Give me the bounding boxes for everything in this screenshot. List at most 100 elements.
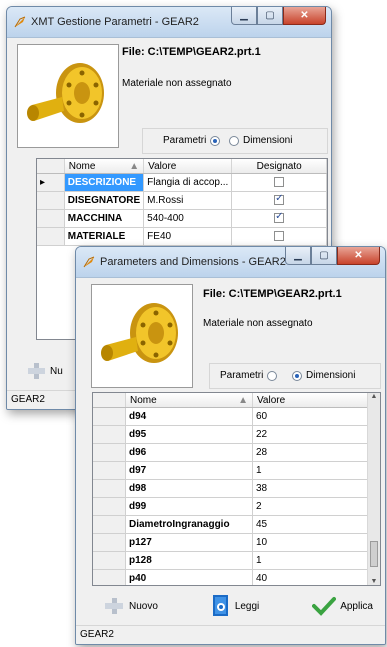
row-header bbox=[93, 533, 126, 552]
column-header-designato[interactable]: Designato bbox=[231, 159, 327, 174]
cell-value[interactable]: 10 bbox=[252, 533, 369, 552]
table-row[interactable]: p40 40 bbox=[93, 569, 369, 585]
scroll-thumb[interactable] bbox=[370, 541, 378, 567]
cell-name[interactable]: d94 bbox=[125, 407, 253, 426]
table-row[interactable]: d98 38 bbox=[93, 479, 369, 498]
table-row[interactable]: d96 28 bbox=[93, 443, 369, 462]
apply-button[interactable]: Applica bbox=[312, 596, 373, 616]
table-row[interactable]: DiametroIngranaggio 45 bbox=[93, 515, 369, 534]
radio-dimensioni[interactable]: Dimensioni bbox=[292, 370, 355, 381]
titlebar[interactable]: XMT Gestione Parametri - GEAR2 ▁ ▢ ✕ bbox=[7, 7, 331, 38]
row-header bbox=[93, 407, 126, 426]
row-header bbox=[37, 191, 65, 210]
column-header-nome[interactable]: Nome ▲ bbox=[64, 159, 145, 174]
win1-button-row: Nu bbox=[26, 362, 63, 380]
cell-value[interactable]: 22 bbox=[252, 425, 369, 444]
designated-checkbox[interactable] bbox=[274, 193, 285, 206]
cell-name[interactable]: d98 bbox=[125, 479, 253, 498]
window-title: XMT Gestione Parametri - GEAR2 bbox=[31, 16, 199, 28]
new-button-label: Nuovo bbox=[129, 600, 158, 612]
new-button-label: Nu bbox=[50, 365, 63, 377]
row-header bbox=[93, 569, 126, 585]
radio-parametri[interactable]: Parametri bbox=[220, 370, 278, 381]
scroll-up-arrow-icon[interactable]: ▲ bbox=[368, 393, 380, 400]
table-row[interactable]: DISEGNATORE M.Rossi bbox=[37, 191, 327, 210]
table-row[interactable]: MACCHINA 540-400 bbox=[37, 209, 327, 228]
table-row[interactable]: ▸ DESCRIZIONE Flangia di accop... bbox=[37, 173, 327, 192]
table-row[interactable]: d95 22 bbox=[93, 425, 369, 444]
cell-value[interactable]: M.Rossi bbox=[143, 191, 233, 210]
minimize-button[interactable]: ▁ bbox=[285, 247, 311, 265]
table-row[interactable]: p127 10 bbox=[93, 533, 369, 552]
row-header bbox=[93, 461, 126, 480]
maximize-button[interactable]: ▢ bbox=[311, 247, 337, 265]
new-icon bbox=[105, 598, 123, 614]
cell-value[interactable]: 2 bbox=[252, 497, 369, 516]
radio-dimensioni[interactable]: Dimensioni bbox=[229, 135, 292, 146]
row-header bbox=[93, 479, 126, 498]
table-row[interactable]: p128 1 bbox=[93, 551, 369, 570]
read-button[interactable]: Leggi bbox=[211, 594, 259, 618]
minimize-button[interactable]: ▁ bbox=[231, 7, 257, 25]
mode-selector: Parametri Dimensioni bbox=[209, 363, 381, 389]
new-button[interactable]: Nu bbox=[26, 362, 63, 380]
column-header-valore[interactable]: Valore bbox=[252, 393, 369, 408]
radio-parametri[interactable]: Parametri bbox=[163, 135, 221, 146]
app-icon bbox=[83, 256, 95, 268]
cell-value[interactable]: 1 bbox=[252, 461, 369, 480]
close-button[interactable]: ✕ bbox=[283, 7, 326, 25]
cell-name[interactable]: d95 bbox=[125, 425, 253, 444]
row-header bbox=[93, 497, 126, 516]
sort-up-icon: ▲ bbox=[129, 160, 140, 172]
cell-value[interactable]: 45 bbox=[252, 515, 369, 534]
app-icon bbox=[14, 16, 26, 28]
new-button[interactable]: Nuovo bbox=[103, 597, 158, 615]
designated-checkbox[interactable] bbox=[274, 177, 285, 188]
cell-name[interactable]: p40 bbox=[125, 569, 253, 585]
maximize-button[interactable]: ▢ bbox=[257, 7, 283, 25]
read-button-label: Leggi bbox=[234, 600, 260, 612]
close-button[interactable]: ✕ bbox=[337, 247, 380, 265]
file-path: File: C:\TEMP\GEAR2.prt.1 bbox=[203, 288, 342, 300]
window-parameters-dimensions: Parameters and Dimensions - GEAR2 ▁ ▢ ✕ … bbox=[75, 246, 386, 645]
column-header-valore[interactable]: Valore bbox=[143, 159, 233, 174]
cell-name[interactable]: MACCHINA bbox=[64, 209, 145, 228]
cell-value[interactable]: 28 bbox=[252, 443, 369, 462]
cell-value[interactable]: FE40 bbox=[143, 227, 233, 246]
cell-value[interactable]: 1 bbox=[252, 551, 369, 570]
vertical-scrollbar[interactable]: ▲ ▼ bbox=[367, 393, 380, 585]
cell-name[interactable]: d96 bbox=[125, 443, 253, 462]
win2-button-row: Nuovo Leggi Applica bbox=[103, 594, 373, 618]
cell-name[interactable]: MATERIALE bbox=[64, 227, 145, 246]
row-header-corner bbox=[93, 393, 126, 408]
cell-value[interactable]: 38 bbox=[252, 479, 369, 498]
scroll-down-arrow-icon[interactable]: ▼ bbox=[368, 578, 380, 585]
material-status: Materiale non assegnato bbox=[122, 78, 232, 89]
cell-value[interactable]: 60 bbox=[252, 407, 369, 426]
titlebar[interactable]: Parameters and Dimensions - GEAR2 ▁ ▢ ✕ bbox=[76, 247, 385, 278]
cell-name[interactable]: p128 bbox=[125, 551, 253, 570]
column-header-nome[interactable]: Nome ▲ bbox=[125, 393, 253, 408]
designated-checkbox[interactable] bbox=[274, 211, 285, 224]
cell-name[interactable]: d99 bbox=[125, 497, 253, 516]
cell-name[interactable]: DISEGNATORE bbox=[64, 191, 145, 210]
cell-value[interactable]: 540-400 bbox=[143, 209, 233, 228]
cell-name[interactable]: DESCRIZIONE bbox=[64, 173, 145, 192]
radio-parametri-indicator bbox=[210, 135, 221, 146]
table-row[interactable]: d94 60 bbox=[93, 407, 369, 426]
radio-dimensioni-indicator bbox=[292, 370, 302, 381]
table-row[interactable]: MATERIALE FE40 bbox=[37, 227, 327, 246]
table-row[interactable]: d99 2 bbox=[93, 497, 369, 516]
cell-name[interactable]: d97 bbox=[125, 461, 253, 480]
radio-dimensioni-label: Dimensioni bbox=[243, 135, 293, 146]
cell-value[interactable]: 40 bbox=[252, 569, 369, 585]
row-header bbox=[37, 209, 65, 228]
cell-value[interactable]: Flangia di accop... bbox=[143, 173, 233, 192]
designated-checkbox[interactable] bbox=[274, 231, 285, 242]
part-preview-image bbox=[91, 284, 193, 388]
table-row[interactable]: d97 1 bbox=[93, 461, 369, 480]
radio-dimensioni-label: Dimensioni bbox=[306, 370, 356, 381]
cell-name[interactable]: DiametroIngranaggio bbox=[125, 515, 253, 534]
part-preview-image bbox=[17, 44, 119, 148]
cell-name[interactable]: p127 bbox=[125, 533, 253, 552]
